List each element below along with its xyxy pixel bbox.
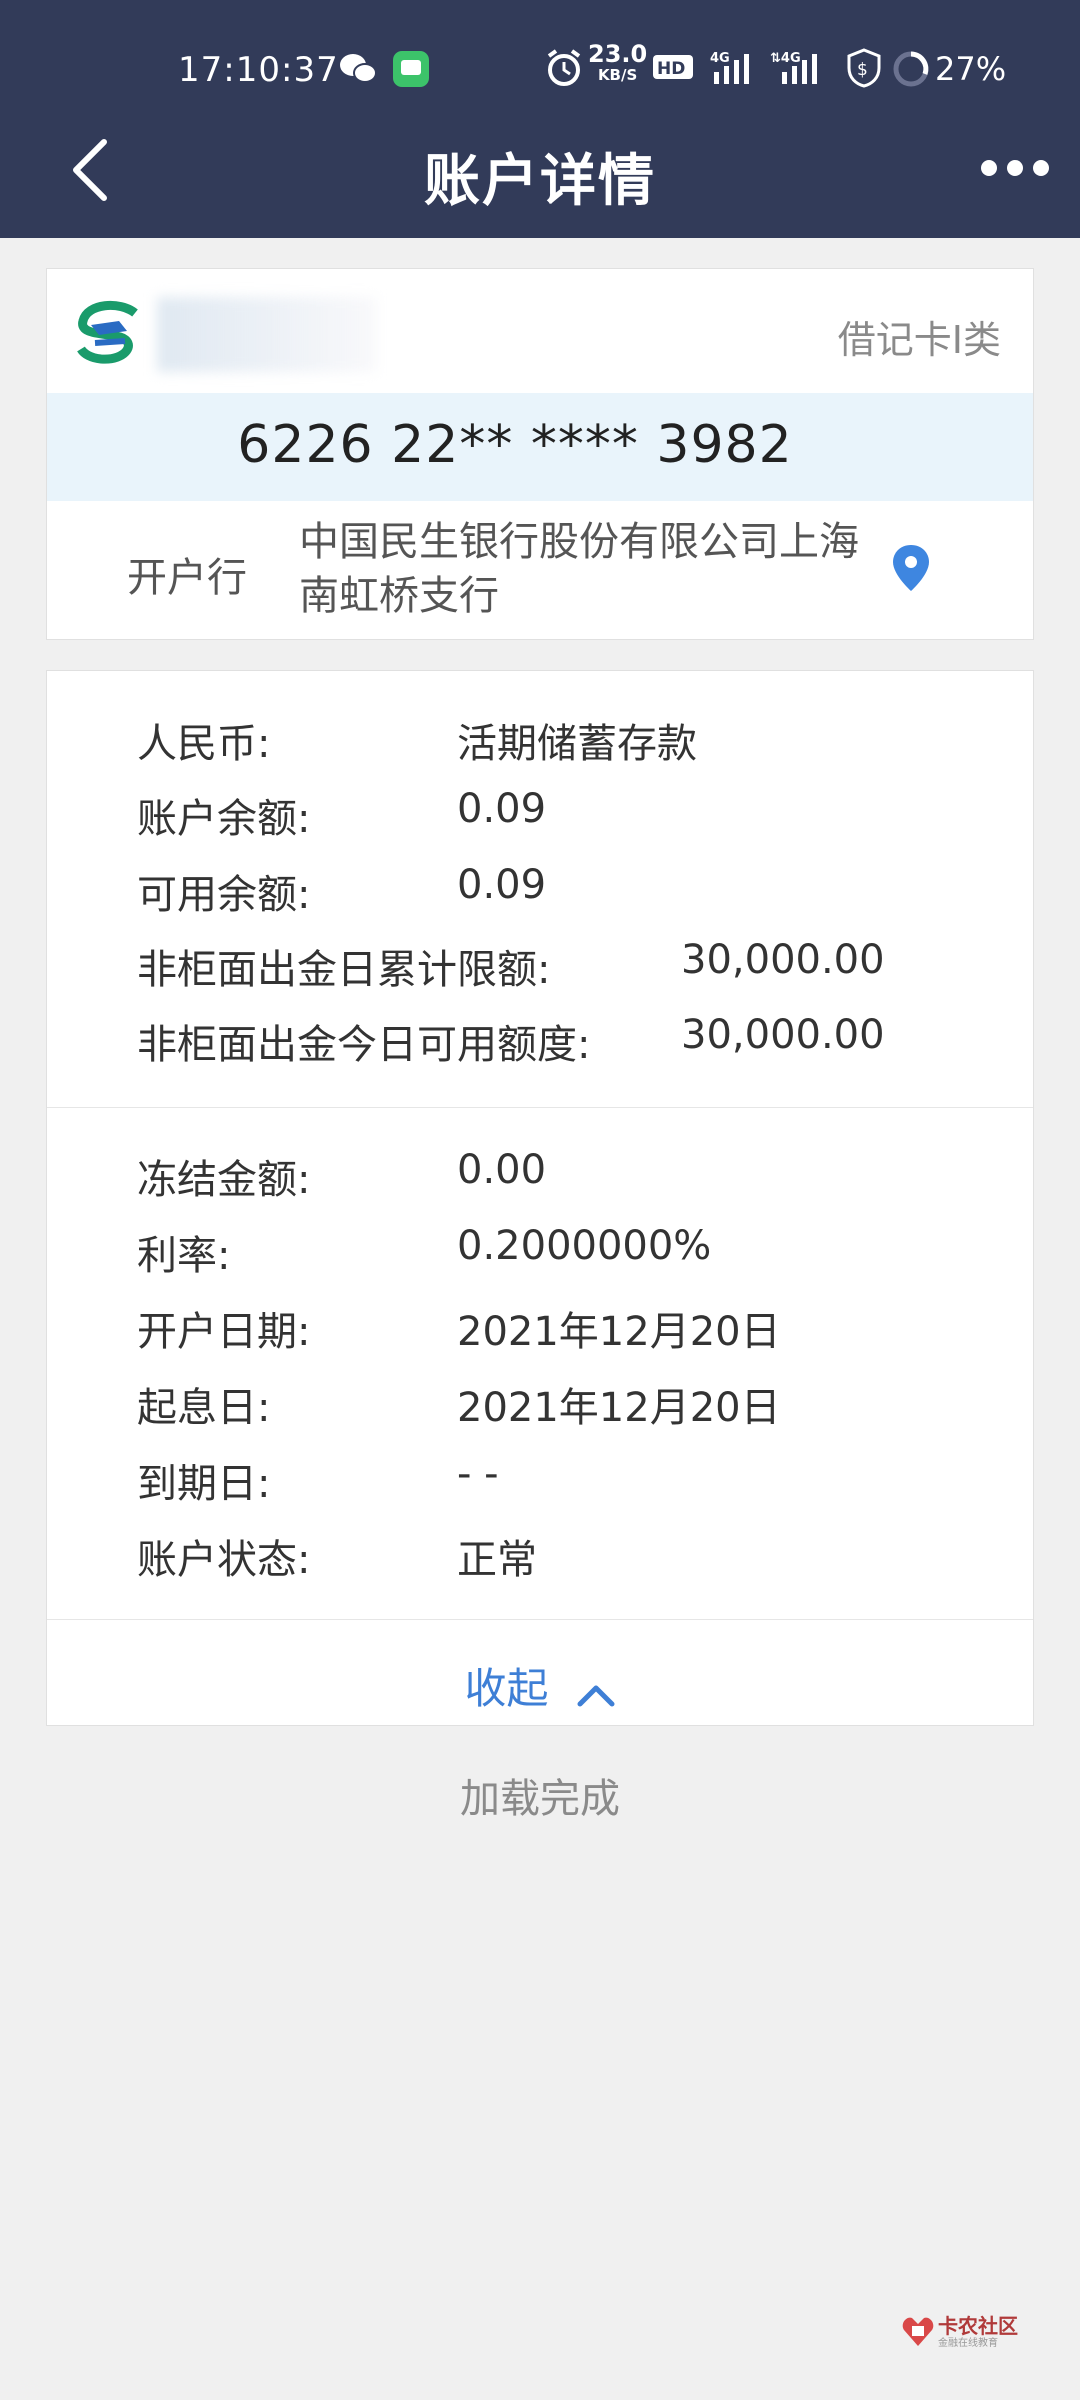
detail-label-maturity: 到期日: xyxy=(137,1461,271,1507)
battery-percent: 27% xyxy=(935,50,1007,88)
status-bar: 17:10:37 23.0 KB/S HD 4G ⇅4G $ 27% xyxy=(0,40,1080,100)
signal-4g-icon: 4G xyxy=(710,51,749,84)
alarm-icon xyxy=(547,49,581,86)
location-pin-icon[interactable] xyxy=(891,543,931,593)
detail-label-status: 账户状态: xyxy=(137,1537,311,1583)
watermark-logo-icon xyxy=(902,2317,934,2346)
signal-4g-icon-2: ⇅4G xyxy=(770,51,817,84)
detail-value-maturity: - - xyxy=(457,1451,499,1497)
load-complete-text: 加载完成 xyxy=(460,1776,620,1822)
detail-label-today-available: 非柜面出金今日可用额度: xyxy=(137,1022,591,1068)
detail-label-daily-limit: 非柜面出金日累计限额: xyxy=(137,947,551,993)
more-options-icon[interactable] xyxy=(980,158,1050,178)
collapse-button[interactable]: 收起 xyxy=(47,1633,1033,1725)
blurred-account-name xyxy=(157,297,377,372)
detail-value-available: 0.09 xyxy=(457,862,547,908)
card-type-label: 借记卡I类 xyxy=(837,318,1001,362)
svg-text:4G: 4G xyxy=(710,51,730,66)
section-divider xyxy=(47,1107,1033,1108)
chevron-up-icon xyxy=(577,1685,615,1706)
bank-logo-icon xyxy=(77,300,138,364)
watermark: 卡农社区 金融在线教育 xyxy=(902,2310,1052,2354)
app-header: 17:10:37 23.0 KB/S HD 4G ⇅4G $ 27% 账户详情 xyxy=(0,0,1080,238)
detail-label-value-date: 起息日: xyxy=(137,1385,271,1431)
detail-value-balance: 0.09 xyxy=(457,786,547,832)
wechat-icon xyxy=(340,54,377,83)
hd-icon: HD xyxy=(653,55,693,79)
battery-ring-icon xyxy=(893,51,929,87)
detail-label-balance: 账户余额: xyxy=(137,796,311,842)
detail-label-currency: 人民币: xyxy=(137,721,271,767)
detail-value-currency: 活期储蓄存款 xyxy=(457,721,697,767)
account-details-card: 人民币: 活期储蓄存款 账户余额: 0.09 可用余额: 0.09 非柜面出金日… xyxy=(46,670,1034,1726)
status-time: 17:10:37 xyxy=(178,50,339,90)
detail-value-today-available: 30,000.00 xyxy=(681,1012,885,1058)
svg-text:HD: HD xyxy=(657,59,685,79)
detail-label-rate: 利率: xyxy=(137,1233,231,1279)
card-number-bar: 6226 22** **** 3982 xyxy=(47,393,1033,501)
detail-label-available: 可用余额: xyxy=(137,872,311,918)
branch-name: 中国民生银行股份有限公司上海南虹桥支行 xyxy=(299,519,859,619)
message-app-icon xyxy=(393,51,429,87)
detail-value-value-date: 2021年12月20日 xyxy=(457,1385,781,1431)
collapse-label: 收起 xyxy=(464,1664,549,1713)
account-card: 借记卡I类 6226 22** **** 3982 开户行 中国民生银行股份有限… xyxy=(46,268,1034,640)
net-speed-unit: KB/S xyxy=(597,66,638,84)
watermark-subtext: 金融在线教育 xyxy=(938,2338,998,2349)
security-shield-icon: $ xyxy=(847,48,881,88)
svg-text:⇅4G: ⇅4G xyxy=(770,51,801,66)
collapse-divider xyxy=(47,1619,1033,1620)
detail-value-daily-limit: 30,000.00 xyxy=(681,937,885,983)
detail-value-open-date: 2021年12月20日 xyxy=(457,1309,781,1355)
detail-label-open-date: 开户日期: xyxy=(137,1309,311,1355)
svg-text:$: $ xyxy=(857,60,868,80)
branch-label: 开户行 xyxy=(127,555,247,601)
detail-label-frozen: 冻结金额: xyxy=(137,1157,311,1203)
card-number: 6226 22** **** 3982 xyxy=(237,415,793,475)
page-title: 账户详情 xyxy=(424,149,656,214)
net-speed: 23.0 KB/S xyxy=(588,40,648,86)
detail-value-rate: 0.2000000% xyxy=(457,1223,712,1269)
detail-value-status: 正常 xyxy=(457,1537,537,1583)
net-speed-value: 23.0 xyxy=(588,40,648,68)
detail-value-frozen: 0.00 xyxy=(457,1147,547,1193)
